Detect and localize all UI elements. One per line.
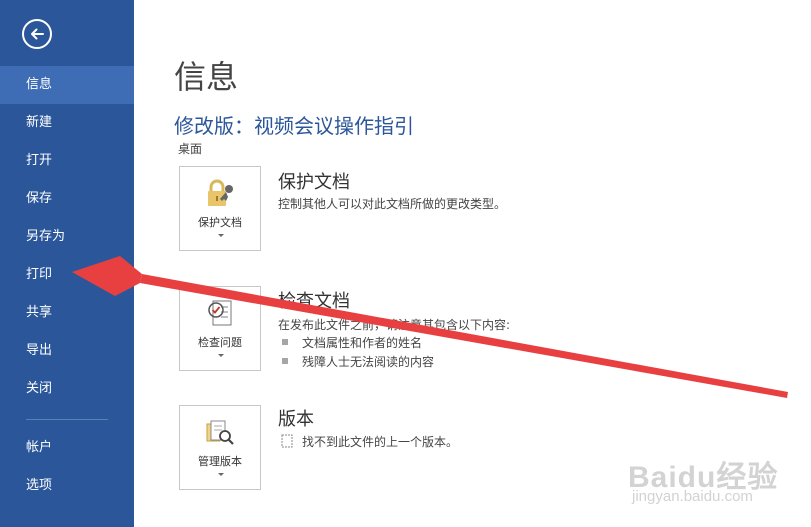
inspect-document-heading: 检查文档 xyxy=(278,291,350,312)
inspect-item-properties: 文档属性和作者的姓名 xyxy=(302,336,423,350)
check-issues-button[interactable]: 检查问题 xyxy=(179,286,261,371)
backstage-sidebar: 信息 新建 打开 保存 另存为 打印 共享 导出 关闭 帐户 选项 xyxy=(0,0,134,527)
dropdown-caret-icon xyxy=(218,473,224,476)
manage-versions-button[interactable]: 管理版本 xyxy=(179,405,261,490)
nav-item-share[interactable]: 共享 xyxy=(0,294,134,332)
check-issues-button-label: 检查问题 xyxy=(198,336,242,349)
nav-item-save-as[interactable]: 另存为 xyxy=(0,218,134,256)
back-button[interactable] xyxy=(22,19,52,49)
nav-item-info[interactable]: 信息 xyxy=(0,66,134,104)
versions-description: 找不到此文件的上一个版本。 xyxy=(302,435,459,449)
nav-item-options[interactable]: 选项 xyxy=(0,467,134,505)
nav-item-close[interactable]: 关闭 xyxy=(0,370,134,408)
lock-key-icon xyxy=(208,179,233,206)
watermark-url: jingyan.baidu.com xyxy=(632,488,753,505)
nav-item-save[interactable]: 保存 xyxy=(0,180,134,218)
protect-document-button-label: 保护文档 xyxy=(198,216,242,229)
nav-item-new[interactable]: 新建 xyxy=(0,104,134,142)
nav-divider xyxy=(26,419,108,420)
protect-document-description: 控制其他人可以对此文档所做的更改类型。 xyxy=(278,197,507,211)
inspect-checklist-icon xyxy=(208,300,232,326)
document-title: 修改版：视频会议操作指引 xyxy=(174,114,414,138)
dropdown-caret-icon xyxy=(218,234,224,237)
nav-item-open[interactable]: 打开 xyxy=(0,142,134,180)
dropdown-caret-icon xyxy=(218,354,224,357)
bullet-marker xyxy=(282,339,288,345)
versions-heading: 版本 xyxy=(278,409,314,430)
page-title: 信息 xyxy=(174,58,239,96)
document-small-icon xyxy=(281,434,293,448)
inspect-document-description: 在发布此文件之前，请注意其包含以下内容: xyxy=(278,318,511,332)
manage-versions-icon xyxy=(206,420,234,445)
bullet-marker xyxy=(282,358,288,364)
nav-item-print[interactable]: 打印 xyxy=(0,256,134,294)
manage-versions-button-label: 管理版本 xyxy=(198,455,242,468)
protect-document-button[interactable]: 保护文档 xyxy=(179,166,261,251)
nav-item-export[interactable]: 导出 xyxy=(0,332,134,370)
nav-item-account[interactable]: 帐户 xyxy=(0,429,134,467)
protect-document-heading: 保护文档 xyxy=(278,172,350,193)
inspect-item-accessibility: 残障人士无法阅读的内容 xyxy=(302,355,435,369)
baidu-watermark: Baidu经验 jingyan.baidu.com xyxy=(620,452,800,512)
document-location: 桌面 xyxy=(178,142,203,156)
back-arrow-icon xyxy=(31,28,44,40)
